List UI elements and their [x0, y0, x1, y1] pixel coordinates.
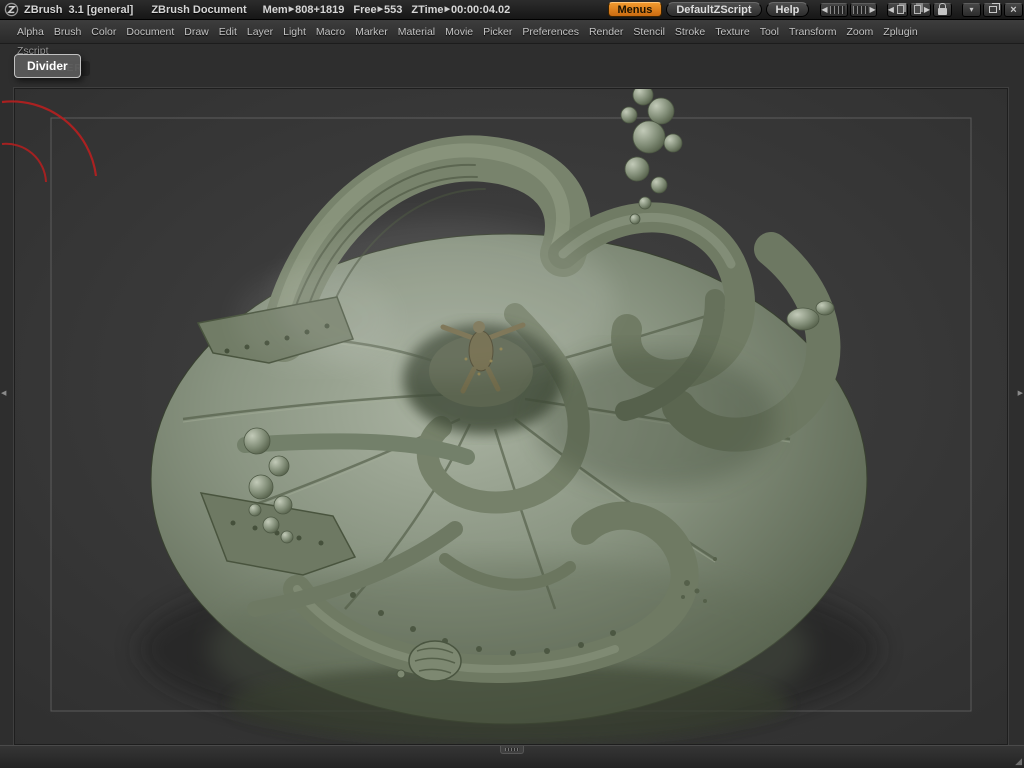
- restore-icon: [988, 3, 1000, 13]
- titlebar-stat: ZTime ▶ 00:00:04.02: [411, 4, 510, 16]
- stat-arrow-icon: ▶: [377, 5, 383, 13]
- minimize-button[interactable]: ▾: [962, 2, 981, 17]
- menubar-item[interactable]: Brush: [49, 26, 86, 38]
- close-icon: ×: [1010, 3, 1017, 16]
- menubar-item[interactable]: Document: [121, 26, 179, 38]
- menubar-item[interactable]: Movie: [440, 26, 478, 38]
- menubar-item[interactable]: Preferences: [517, 26, 584, 38]
- stat-label: ZTime: [411, 3, 444, 16]
- help-button[interactable]: Help: [765, 2, 810, 17]
- scroll-right-button[interactable]: ▶: [849, 2, 877, 17]
- menubar-item[interactable]: Color: [86, 26, 121, 38]
- stat-arrow-icon: ▶: [288, 5, 295, 13]
- default-zscript-button[interactable]: DefaultZScript: [666, 2, 762, 17]
- chevron-down-icon: ▾: [969, 5, 974, 14]
- menubar: Alpha Brush Color Document Draw Edit Lay…: [0, 20, 1024, 44]
- menubar-item[interactable]: Texture: [710, 26, 754, 38]
- scroll-left-button[interactable]: ◀: [820, 2, 848, 17]
- titlebar-stat: Mem ▶ 808+1819: [263, 4, 345, 16]
- ribbed-slider-icon: [852, 5, 868, 14]
- resize-grip-icon[interactable]: ◢: [1015, 756, 1022, 767]
- close-button[interactable]: ×: [1004, 2, 1023, 17]
- right-edge-arrow-icon[interactable]: ▶: [1018, 390, 1023, 397]
- right-arrow-icon: ▶: [923, 5, 930, 14]
- stat-value: 808+1819: [295, 3, 345, 16]
- document-title: ZBrush Document: [151, 3, 247, 16]
- menubar-item[interactable]: Macro: [311, 26, 350, 38]
- titlebar-stats: Mem ▶ 808+1819 Free ▶ 553 ZTime ▶ 00:00:…: [263, 4, 511, 16]
- menubar-item[interactable]: Layer: [242, 26, 278, 38]
- zbrush-logo-icon: [4, 2, 19, 17]
- menubar-item[interactable]: Stroke: [670, 26, 710, 38]
- app-name: ZBrush: [24, 3, 63, 16]
- tray-drag-handle[interactable]: [500, 746, 524, 754]
- stat-label: Mem: [262, 3, 288, 16]
- menubar-item[interactable]: Alpha: [12, 26, 49, 38]
- lock-button[interactable]: [933, 2, 952, 17]
- menubar-item[interactable]: Edit: [214, 26, 242, 38]
- menubar-item[interactable]: Draw: [179, 26, 214, 38]
- pages-left-button[interactable]: ◀: [886, 2, 908, 17]
- titlebar-stat: Free ▶ 553: [353, 4, 402, 16]
- right-arrow-icon: ▶: [869, 5, 876, 14]
- pages-right-button[interactable]: ▶: [909, 2, 931, 17]
- restore-button[interactable]: [983, 2, 1002, 17]
- zbrush-window: ZBrush 3.1 [general] ZBrush Document Mem…: [0, 0, 1024, 768]
- ribbed-slider-icon: [829, 5, 845, 14]
- stat-label: Free: [353, 3, 377, 16]
- stat-value: 553: [384, 3, 403, 16]
- titlebar: ZBrush 3.1 [general] ZBrush Document Mem…: [0, 0, 1024, 20]
- menubar-item[interactable]: Zoom: [841, 26, 878, 38]
- document-pages-icon: [896, 5, 904, 14]
- app-version: 3.1 [general]: [68, 3, 134, 16]
- menubar-item[interactable]: Material: [393, 26, 440, 38]
- menubar-item[interactable]: Tool: [755, 26, 784, 38]
- left-arrow-icon: ◀: [887, 5, 894, 14]
- menubar-item[interactable]: Render: [584, 26, 628, 38]
- stat-arrow-icon: ▶: [444, 5, 450, 13]
- stat-value: 00:00:04.02: [450, 3, 511, 16]
- document-canvas[interactable]: [14, 88, 1008, 745]
- menubar-item[interactable]: Transform: [784, 26, 841, 38]
- lock-icon: [938, 3, 947, 15]
- menubar-item[interactable]: Stencil: [628, 26, 670, 38]
- menubar-item[interactable]: Marker: [350, 26, 393, 38]
- menus-button[interactable]: Menus: [607, 2, 663, 17]
- menubar-item[interactable]: Light: [278, 26, 311, 38]
- menubar-item[interactable]: Zplugin: [878, 26, 922, 38]
- document-pages-icon: [913, 5, 921, 14]
- bottom-tray: [0, 745, 1024, 768]
- left-arrow-icon: ◀: [821, 5, 828, 14]
- menubar-item[interactable]: Picker: [478, 26, 517, 38]
- left-edge-arrow-icon[interactable]: ◀: [1, 390, 6, 397]
- divider-tooltip: Divider: [14, 54, 81, 78]
- sculpture-svg: [15, 89, 1007, 744]
